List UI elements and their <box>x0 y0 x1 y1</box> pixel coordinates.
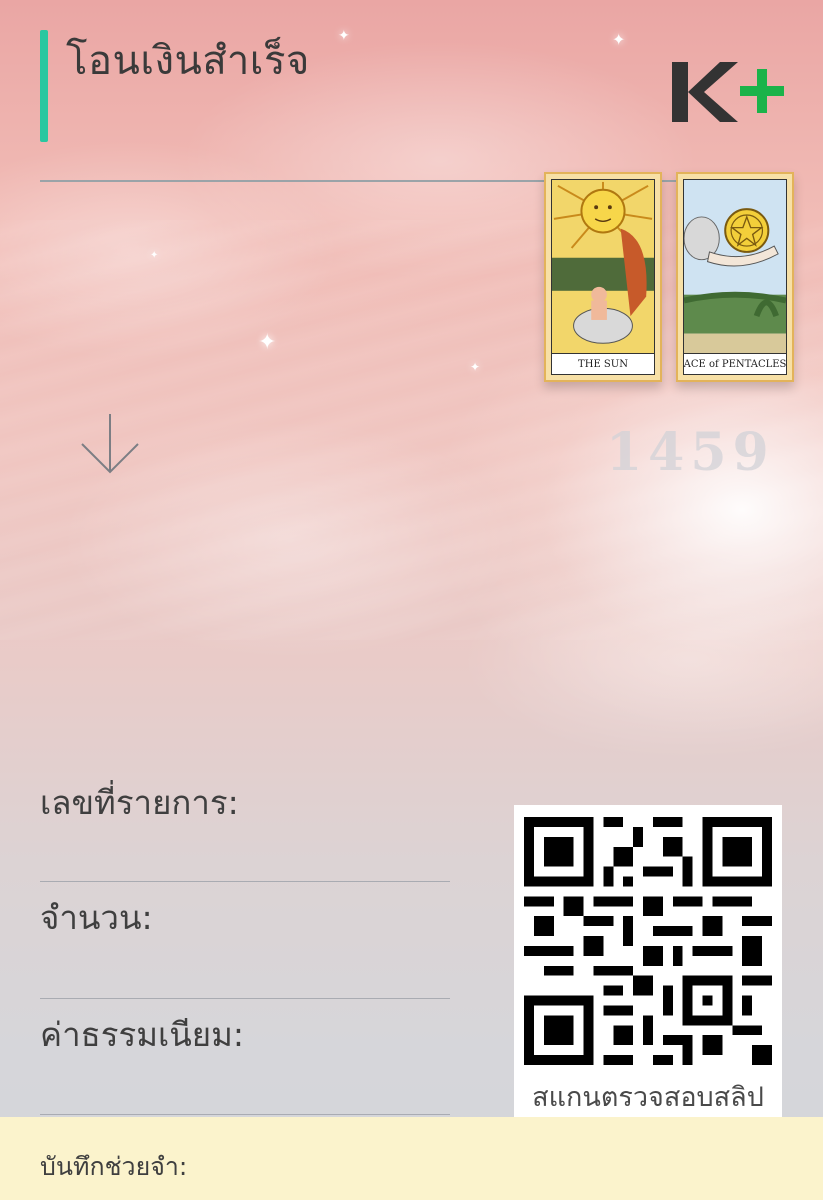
fee-divider <box>40 1114 450 1115</box>
memo-section: บันทึกช่วยจำ: <box>0 1117 823 1200</box>
pentacle-card-icon <box>683 179 787 354</box>
header-accent-bar <box>40 30 48 142</box>
transaction-id-label: เลขที่รายการ: <box>40 783 239 822</box>
reference-number-watermark: 1459 <box>606 422 775 483</box>
tarot-card-sun: THE SUN <box>544 172 662 382</box>
amount-label: จำนวน: <box>40 898 153 937</box>
arrow-down-icon <box>81 414 139 474</box>
card-caption-pentacles: ACE of PENTACLES <box>683 354 787 375</box>
qr-panel[interactable]: สแกนตรวจสอบสลิป <box>514 805 782 1117</box>
qr-code-icon[interactable] <box>524 815 772 1067</box>
amount-divider <box>40 998 450 999</box>
page-title: โอนเงินสำเร็จ <box>66 38 310 84</box>
card-caption-sun: THE SUN <box>551 354 655 375</box>
memo-label: บันทึกช่วยจำ: <box>40 1152 188 1181</box>
transaction-id-divider <box>40 881 450 882</box>
tarot-card-row: THE SUN ACE of PENTACLES <box>544 172 794 382</box>
qr-caption: สแกนตรวจสอบสลิป <box>532 1082 764 1113</box>
fee-label: ค่าธรรมเนียม: <box>40 1015 244 1054</box>
sun-card-icon <box>551 179 655 354</box>
kplus-logo <box>672 62 784 122</box>
tarot-card-pentacles: ACE of PENTACLES <box>676 172 794 382</box>
